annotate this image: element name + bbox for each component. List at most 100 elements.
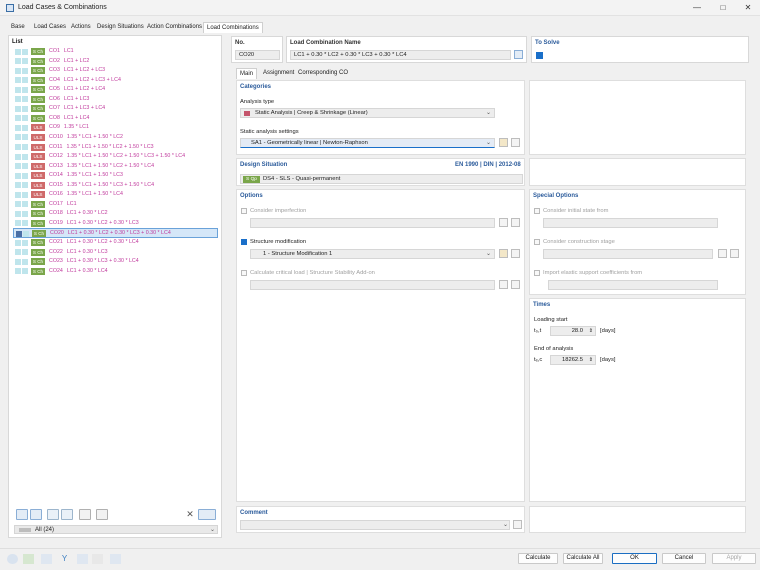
filter-icon[interactable]: Y xyxy=(59,554,70,564)
row-checkbox[interactable] xyxy=(15,239,21,246)
units-icon[interactable] xyxy=(23,554,34,564)
row-checkbox[interactable] xyxy=(15,86,21,93)
row-checkbox[interactable] xyxy=(15,268,21,275)
list-item[interactable]: ULS CO12 1.35 * LC1 + 1.50 * LC2 + 1.50 * … xyxy=(13,152,218,161)
row-checkbox[interactable] xyxy=(15,48,21,55)
comment-edit-icon[interactable] xyxy=(513,520,522,529)
loading-start-input[interactable]: 28.0 ⇕ xyxy=(550,326,596,336)
list-filter-select[interactable]: All (24) ⌄ xyxy=(14,525,218,534)
close-icon[interactable]: ✕ xyxy=(738,2,758,14)
row-checkbox[interactable] xyxy=(15,201,21,208)
copy-icon[interactable] xyxy=(92,554,103,564)
initial-state-checkbox[interactable] xyxy=(534,208,540,214)
copy-item-icon[interactable] xyxy=(30,509,42,520)
tab-action-combinations[interactable]: Action Combinations xyxy=(144,22,205,33)
row-checkbox[interactable] xyxy=(15,172,21,179)
list-item[interactable]: ULS CO11 1.35 * LC1 + 1.50 * LC2 + 1.50 * … xyxy=(13,143,218,152)
new-construction-stage-icon[interactable] xyxy=(718,249,727,258)
uncheck-all-icon[interactable] xyxy=(61,509,73,520)
cancel-button[interactable]: Cancel xyxy=(662,553,706,564)
list-item[interactable]: ULS CO10 1.35 * LC1 + 1.50 * LC2 xyxy=(13,133,218,142)
list-item[interactable]: S Ch CO8 LC1 + LC4 xyxy=(13,114,218,123)
list-item[interactable]: S Ch CO18 LC1 + 0.30 * LC2 xyxy=(13,209,218,218)
elastic-support-select[interactable] xyxy=(548,280,718,290)
spinner-icon[interactable]: ⇕ xyxy=(589,356,593,364)
elastic-support-checkbox[interactable] xyxy=(534,270,540,276)
list-item[interactable]: S Ch CO22 LC1 + 0.30 * LC3 xyxy=(13,248,218,257)
list-item[interactable]: ULS CO15 1.35 * LC1 + 1.50 * LC3 + 1.50 * … xyxy=(13,181,218,190)
edit-name-icon[interactable] xyxy=(514,50,523,59)
calculate-all-button[interactable]: Calculate All xyxy=(563,553,603,564)
name-field[interactable]: LC1 + 0.30 * LC2 + 0.30 * LC3 + 0.30 * L… xyxy=(290,50,511,60)
list-item[interactable]: S Ch CO23 LC1 + 0.30 * LC3 + 0.30 * LC4 xyxy=(13,257,218,266)
new-structure-mod-icon[interactable] xyxy=(499,249,508,258)
list-item[interactable]: S Ch CO17 LC1 xyxy=(13,200,218,209)
row-checkbox[interactable] xyxy=(15,220,21,227)
list-item[interactable]: S Ch CO6 LC1 + LC3 xyxy=(13,95,218,104)
row-checkbox[interactable] xyxy=(15,191,21,198)
row-checkbox[interactable] xyxy=(15,163,21,170)
tab-load-cases[interactable]: Load Cases xyxy=(31,22,69,33)
ok-button[interactable]: OK xyxy=(612,553,657,564)
delete-icon[interactable]: ✕ xyxy=(184,509,196,520)
critical-load-checkbox[interactable] xyxy=(241,270,247,276)
list-item[interactable]: ULS CO13 1.35 * LC1 + 1.50 * LC2 + 1.50 * … xyxy=(13,162,218,171)
to-solve-checkbox[interactable] xyxy=(536,52,543,59)
construction-stage-checkbox[interactable] xyxy=(534,239,540,245)
list-item[interactable]: S Ch CO20 LC1 + 0.30 * LC2 + 0.30 * LC3 + … xyxy=(13,228,218,238)
tab-base[interactable]: Base xyxy=(8,22,28,33)
imperfection-checkbox[interactable] xyxy=(241,208,247,214)
imperfection-select[interactable] xyxy=(250,218,495,228)
edit-critical-load-icon[interactable] xyxy=(511,280,520,289)
minimize-icon[interactable]: — xyxy=(687,2,707,14)
tab-design-situations[interactable]: Design Situations xyxy=(94,22,147,33)
apply-button[interactable]: Apply xyxy=(712,553,756,564)
row-checkbox[interactable] xyxy=(15,153,21,160)
construction-stage-select[interactable] xyxy=(543,249,713,259)
row-checkbox[interactable] xyxy=(15,210,21,217)
number-field[interactable]: CO20 xyxy=(235,50,280,60)
new-item-icon[interactable] xyxy=(16,509,28,520)
check-all-icon[interactable] xyxy=(47,509,59,520)
list-item[interactable]: S Ch CO4 LC1 + LC2 + LC3 + LC4 xyxy=(13,76,218,85)
list-item[interactable]: S Ch CO1 LC1 xyxy=(13,47,218,56)
end-analysis-input[interactable]: 18262.5 ⇕ xyxy=(550,355,596,365)
row-checkbox[interactable] xyxy=(15,258,21,265)
formula-icon[interactable] xyxy=(110,554,121,564)
subtab-assignment[interactable]: Assignment xyxy=(260,68,297,79)
row-checkbox[interactable] xyxy=(15,249,21,256)
row-checkbox[interactable] xyxy=(16,230,22,237)
row-checkbox[interactable] xyxy=(15,105,21,112)
row-checkbox[interactable] xyxy=(15,77,21,84)
edit-construction-stage-icon[interactable] xyxy=(730,249,739,258)
row-checkbox[interactable] xyxy=(15,115,21,122)
new-settings-icon[interactable] xyxy=(499,138,508,147)
new-imperfection-icon[interactable] xyxy=(499,218,508,227)
subtab-main[interactable]: Main xyxy=(236,68,258,79)
table-icon[interactable] xyxy=(41,554,52,564)
edit-settings-icon[interactable] xyxy=(511,138,520,147)
tab-load-combinations[interactable]: Load Combinations xyxy=(203,22,263,33)
list-item[interactable]: S Ch CO21 LC1 + 0.30 * LC2 + 0.30 * LC4 xyxy=(13,238,218,247)
list-item[interactable]: ULS CO16 1.35 * LC1 + 1.50 * LC4 xyxy=(13,190,218,199)
edit-imperfection-icon[interactable] xyxy=(511,218,520,227)
list-item[interactable]: S Ch CO19 LC1 + 0.30 * LC2 + 0.30 * LC3 xyxy=(13,219,218,228)
critical-load-select[interactable] xyxy=(250,280,495,290)
list-item[interactable]: S Ch CO5 LC1 + LC2 + LC4 xyxy=(13,85,218,94)
list-item[interactable]: S Ch CO7 LC1 + LC3 + LC4 xyxy=(13,104,218,113)
structure-mod-checkbox[interactable] xyxy=(241,239,247,245)
analysis-type-select[interactable]: Static Analysis | Creep & Shrinkage (Lin… xyxy=(240,108,495,118)
structure-mod-select[interactable]: 1 - Structure Modification 1 ⌄ xyxy=(250,249,495,259)
list-item[interactable]: S Ch CO2 LC1 + LC2 xyxy=(13,57,218,66)
edit-structure-mod-icon[interactable] xyxy=(511,249,520,258)
list-item[interactable]: ULS CO9 1.35 * LC1 xyxy=(13,123,218,132)
row-checkbox[interactable] xyxy=(15,134,21,141)
row-checkbox[interactable] xyxy=(15,58,21,65)
subtab-corresponding-co[interactable]: Corresponding CO xyxy=(295,68,351,79)
sort-icon[interactable] xyxy=(96,509,108,520)
list-item[interactable]: ULS CO14 1.35 * LC1 + 1.50 * LC3 xyxy=(13,171,218,180)
list-item[interactable]: S Ch CO3 LC1 + LC2 + LC3 xyxy=(13,66,218,75)
row-checkbox[interactable] xyxy=(15,67,21,74)
row-checkbox[interactable] xyxy=(15,182,21,189)
view-options-icon[interactable] xyxy=(198,509,216,520)
